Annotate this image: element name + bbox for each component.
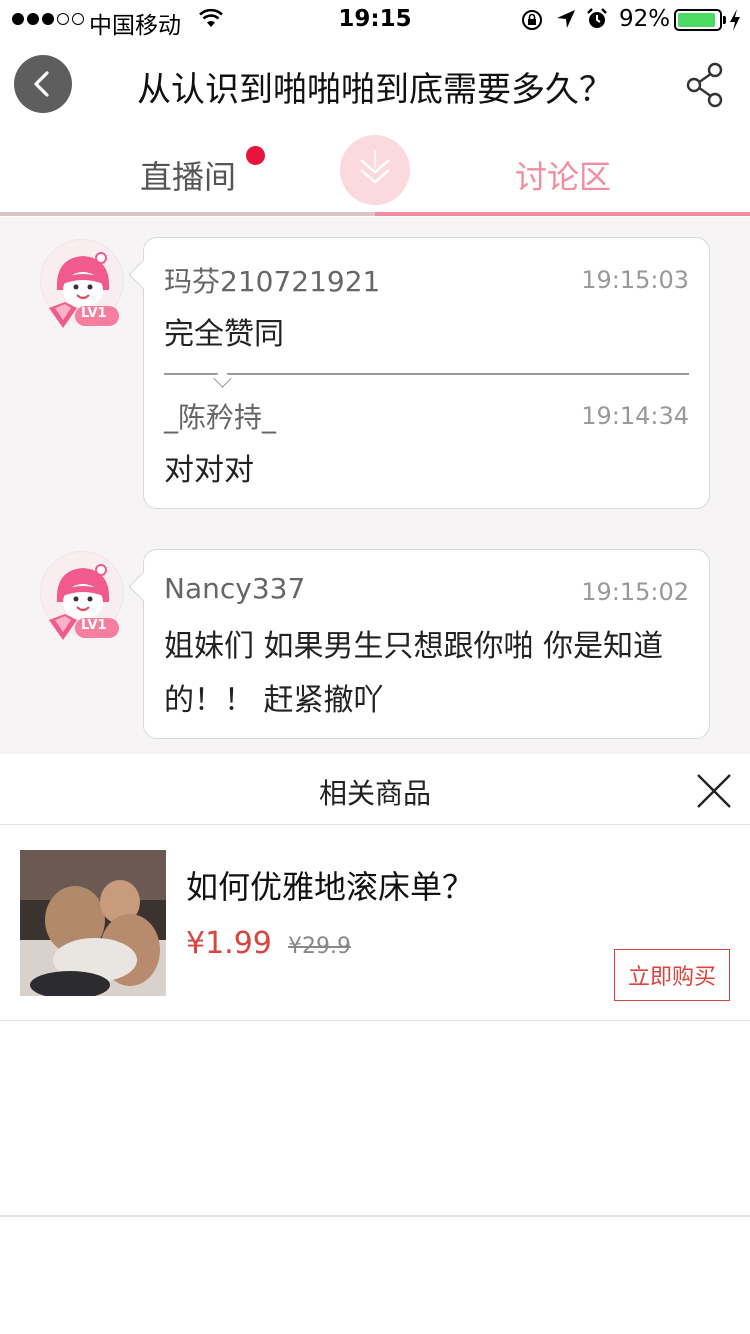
buy-now-button[interactable]: 立即购买 [614,949,730,1001]
message-list[interactable]: LV1 玛芬210721921 19:15:03 完全赞同 _陈矜持_ 19:1… [0,217,750,754]
message-bubble[interactable]: 玛芬210721921 19:15:03 完全赞同 _陈矜持_ 19:14:34… [143,237,710,509]
panel-title: 相关商品 [318,777,431,810]
tab-live-room[interactable]: 直播间 [140,152,236,198]
status-bar: 中国移动 19:15 92% [0,0,750,40]
tab-underline-inactive [0,212,375,216]
location-arrow-icon [557,10,575,28]
chevron-left-icon [34,71,49,97]
message-text: 完全赞同 [164,317,284,352]
avatar[interactable]: LV1 [40,239,124,328]
close-icon [697,774,731,808]
charging-bolt-icon [730,9,740,31]
product-thumbnail[interactable] [20,850,166,996]
product-original-price: ¥29.9 [288,934,351,959]
page-title: 从认识到啪啪啪到底需要多久？ [137,70,613,110]
double-chevron-down-icon [360,150,390,184]
message-text: 姐妹们 如果男生只想跟你啪 你是知道的！！ 赶紧撤吖 [164,629,664,718]
collapse-toggle-button[interactable] [340,135,410,205]
divider [0,1215,750,1217]
share-icon [686,62,723,108]
battery-percent: 92% [619,6,671,32]
tab-discussion[interactable]: 讨论区 [515,152,611,198]
related-products-panel: 相关商品 如何优雅地滚床单？ ¥1.99 ¥29.9 立即购买 [0,754,750,1334]
message-timestamp: 19:15:03 [581,266,689,294]
product-title[interactable]: 如何优雅地滚床单？ [186,862,474,908]
avatar-level-badge: LV1 [81,618,107,633]
message-timestamp: 19:15:02 [581,578,689,606]
product-card[interactable]: 如何优雅地滚床单？ ¥1.99 ¥29.9 立即购买 [0,826,750,1021]
battery-icon [674,9,726,31]
alarm-icon [587,8,607,28]
navigation-bar: 从认识到啪啪啪到底需要多久？ [0,40,750,130]
close-button[interactable] [694,771,734,811]
tab-bar: 直播间 讨论区 [0,130,750,217]
rotation-lock-icon [522,10,542,30]
reply-username[interactable]: _陈矜持_ [164,396,276,436]
back-button[interactable] [14,55,72,113]
product-price: ¥1.99 [186,926,272,961]
panel-header: 相关商品 [0,754,750,825]
share-button[interactable] [684,62,726,108]
message-username[interactable]: 玛芬210721921 [164,260,380,300]
message-bubble[interactable]: Nancy337 19:15:02 姐妹们 如果男生只想跟你啪 你是知道的！！ … [143,549,710,739]
avatar-level-badge: LV1 [81,306,107,321]
live-notification-dot [246,146,265,165]
avatar[interactable]: LV1 [40,551,124,640]
screen: 中国移动 19:15 92% 从认识到啪啪啪到底需要多久？ 直播间 讨论区 LV… [0,0,750,1334]
reply-timestamp: 19:14:34 [581,402,689,430]
user-avatar-icon [49,564,119,640]
user-avatar-icon [49,252,119,328]
tab-underline-active [375,212,750,216]
reply-divider [164,373,689,375]
reply-text: 对对对 [164,453,254,488]
message-username[interactable]: Nancy337 [164,572,305,605]
